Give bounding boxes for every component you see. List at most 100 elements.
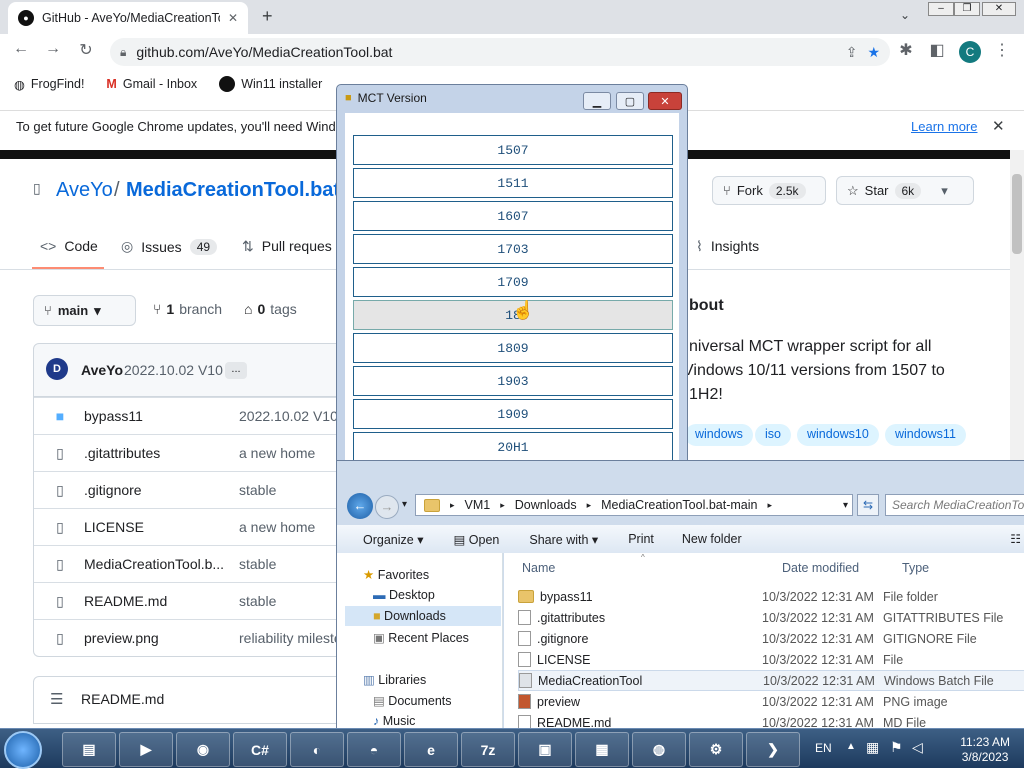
forward-icon[interactable]: →: [42, 40, 64, 58]
breadcrumb-vm1[interactable]: VM1: [465, 498, 491, 512]
recent-pages-dropdown-icon[interactable]: ▾: [402, 499, 407, 510]
back-icon[interactable]: ←: [10, 40, 32, 58]
commit-author[interactable]: AveYo: [81, 362, 123, 378]
action-center-flag-icon[interactable]: ⚑: [890, 739, 903, 756]
extensions-icon[interactable]: ✱: [895, 40, 917, 60]
refresh-button[interactable]: ⇆: [857, 494, 879, 516]
address-dropdown-icon[interactable]: ▾: [843, 500, 848, 511]
minimize-window-icon[interactable]: –: [928, 2, 954, 16]
nav-back-button[interactable]: ←: [347, 493, 373, 519]
profile-avatar[interactable]: C: [959, 41, 981, 63]
learn-more-link[interactable]: Learn more: [911, 119, 977, 134]
tags-link[interactable]: ⌂ 0 tags: [244, 301, 297, 317]
taskbar-network-icon[interactable]: ◍: [632, 732, 686, 767]
topic-windows11[interactable]: windows11: [885, 424, 966, 446]
repo-owner-link[interactable]: AveYo: [56, 179, 113, 202]
column-name[interactable]: Name: [522, 561, 555, 575]
breadcrumb-folder[interactable]: MediaCreationTool.bat-main: [601, 498, 757, 512]
taskbar-explorer-icon[interactable]: ▤: [62, 732, 116, 767]
version-button[interactable]: 1703: [353, 234, 673, 264]
explorer-file-row[interactable]: .gitattributes 10/3/2022 12:31 AM GITATTRI…: [518, 607, 1024, 628]
bookmark-frogfind[interactable]: ◍ FrogFind!: [14, 77, 84, 92]
taskbar-internet-explorer-icon[interactable]: e: [404, 732, 458, 767]
nav-documents[interactable]: ▤ Documents: [373, 693, 452, 708]
nav-downloads[interactable]: ■ Downloads: [345, 606, 501, 626]
print-button[interactable]: Print: [628, 532, 654, 546]
taskbar-chrome-icon[interactable]: ◉: [176, 732, 230, 767]
topic-windows[interactable]: windows: [685, 424, 753, 446]
taskbar-vm-icon[interactable]: ▣: [518, 732, 572, 767]
nav-desktop[interactable]: ▬ Desktop: [373, 588, 435, 602]
taskbar-tools-icon[interactable]: ⚙: [689, 732, 743, 767]
dialog-minimize-button[interactable]: ▁: [583, 92, 611, 110]
system-clock[interactable]: 11:23 AM 3/8/2023: [960, 735, 1010, 765]
breadcrumb-downloads[interactable]: Downloads: [515, 498, 577, 512]
nav-forward-button[interactable]: →: [375, 495, 399, 519]
list-icon[interactable]: ☰: [50, 690, 63, 708]
taskbar-control-panel-icon[interactable]: ▦: [575, 732, 629, 767]
version-button[interactable]: 1511: [353, 168, 673, 198]
taskbar-mask-icon[interactable]: ◓: [347, 732, 401, 767]
chrome-menu-icon[interactable]: ⋮: [991, 40, 1013, 60]
volume-icon[interactable]: ◁: [912, 739, 923, 756]
explorer-file-row[interactable]: preview 10/3/2022 12:31 AM PNG image: [518, 691, 1024, 712]
language-indicator[interactable]: EN: [815, 741, 832, 755]
bookmark-gmail[interactable]: M Gmail - Inbox: [106, 77, 197, 91]
organize-button[interactable]: Organize ▾: [363, 532, 423, 547]
star-button[interactable]: ☆ Star 6k ▾: [836, 176, 974, 205]
readme-title[interactable]: README.md: [81, 691, 164, 707]
repo-name-link[interactable]: MediaCreationTool.bat: [126, 179, 340, 202]
show-hidden-icons[interactable]: ▲: [846, 741, 856, 752]
explorer-file-row[interactable]: .gitignore 10/3/2022 12:31 AM GITIGNORE Fi…: [518, 628, 1024, 649]
address-bar[interactable]: 🔒︎ github.com/AveYo/MediaCreationTool.ba…: [110, 38, 890, 66]
tab-close-icon[interactable]: ✕: [228, 11, 238, 25]
version-button[interactable]: 1507: [353, 135, 673, 165]
share-icon[interactable]: ⇪: [846, 44, 858, 61]
dialog-maximize-button[interactable]: ▢: [616, 92, 644, 110]
taskbar-csharp-icon[interactable]: C#: [233, 732, 287, 767]
bookmark-win11[interactable]: Win11 installer: [219, 76, 322, 92]
view-options-icon[interactable]: ☷: [1010, 532, 1021, 546]
topic-windows10[interactable]: windows10: [797, 424, 879, 446]
avatar[interactable]: D: [46, 358, 68, 380]
nav-music[interactable]: ♪ Music: [373, 714, 415, 728]
scrollbar-thumb[interactable]: [1012, 174, 1022, 254]
new-tab-icon[interactable]: +: [262, 6, 273, 27]
version-button[interactable]: 1607: [353, 201, 673, 231]
open-button[interactable]: ▤ Open: [453, 532, 499, 547]
topic-iso[interactable]: iso: [755, 424, 791, 446]
explorer-search-input[interactable]: Search MediaCreationTo: [885, 494, 1024, 516]
commit-expand-button[interactable]: ...: [225, 362, 247, 379]
tab-pull-requests[interactable]: ⇅ Pull reques: [242, 238, 332, 255]
fork-button[interactable]: ⑂ Fork 2.5k: [712, 176, 826, 205]
infobar-close-icon[interactable]: ✕: [992, 117, 1005, 135]
tab-search-icon[interactable]: ⌄: [900, 8, 910, 22]
version-button[interactable]: 1809: [353, 333, 673, 363]
version-button[interactable]: 1903: [353, 366, 673, 396]
nav-recent-places[interactable]: ▣ Recent Places: [373, 630, 469, 645]
explorer-file-row[interactable]: LICENSE 10/3/2022 12:31 AM File: [518, 649, 1024, 670]
branches-link[interactable]: ⑂ 1 branch: [153, 301, 222, 317]
browser-tab[interactable]: ● GitHub - AveYo/MediaCreationTool.bat ✕: [8, 2, 248, 34]
tab-insights[interactable]: ⌇ Insights: [696, 238, 759, 255]
taskbar-firefox-icon[interactable]: ◐: [290, 732, 344, 767]
reload-icon[interactable]: ↻: [75, 40, 97, 60]
column-date-modified[interactable]: Date modified: [782, 561, 859, 575]
restore-window-icon[interactable]: ❐: [954, 2, 980, 16]
explorer-file-row[interactable]: MediaCreationTool 10/3/2022 12:31 AM Windo…: [518, 670, 1024, 691]
tab-issues[interactable]: ◎ Issues 49: [121, 238, 218, 255]
new-folder-button[interactable]: New folder: [682, 532, 742, 546]
taskbar-powershell-icon[interactable]: ❯: [746, 732, 800, 767]
favorites-node[interactable]: ★ Favorites: [363, 567, 429, 582]
version-button[interactable]: 1709: [353, 267, 673, 297]
share-with-button[interactable]: Share with ▾: [529, 532, 598, 547]
libraries-node[interactable]: ▥ Libraries: [363, 672, 426, 687]
taskbar-7z-icon[interactable]: 7z: [461, 732, 515, 767]
commit-message[interactable]: 2022.10.02 V10: [124, 362, 223, 378]
network-tray-icon[interactable]: ▦: [866, 739, 879, 756]
branch-select-button[interactable]: ⑂ main ▾: [33, 295, 136, 326]
dialog-close-button[interactable]: ✕: [648, 92, 682, 110]
start-button[interactable]: [4, 731, 42, 769]
side-panel-icon[interactable]: ◧: [926, 40, 948, 60]
column-type[interactable]: Type: [902, 561, 929, 575]
